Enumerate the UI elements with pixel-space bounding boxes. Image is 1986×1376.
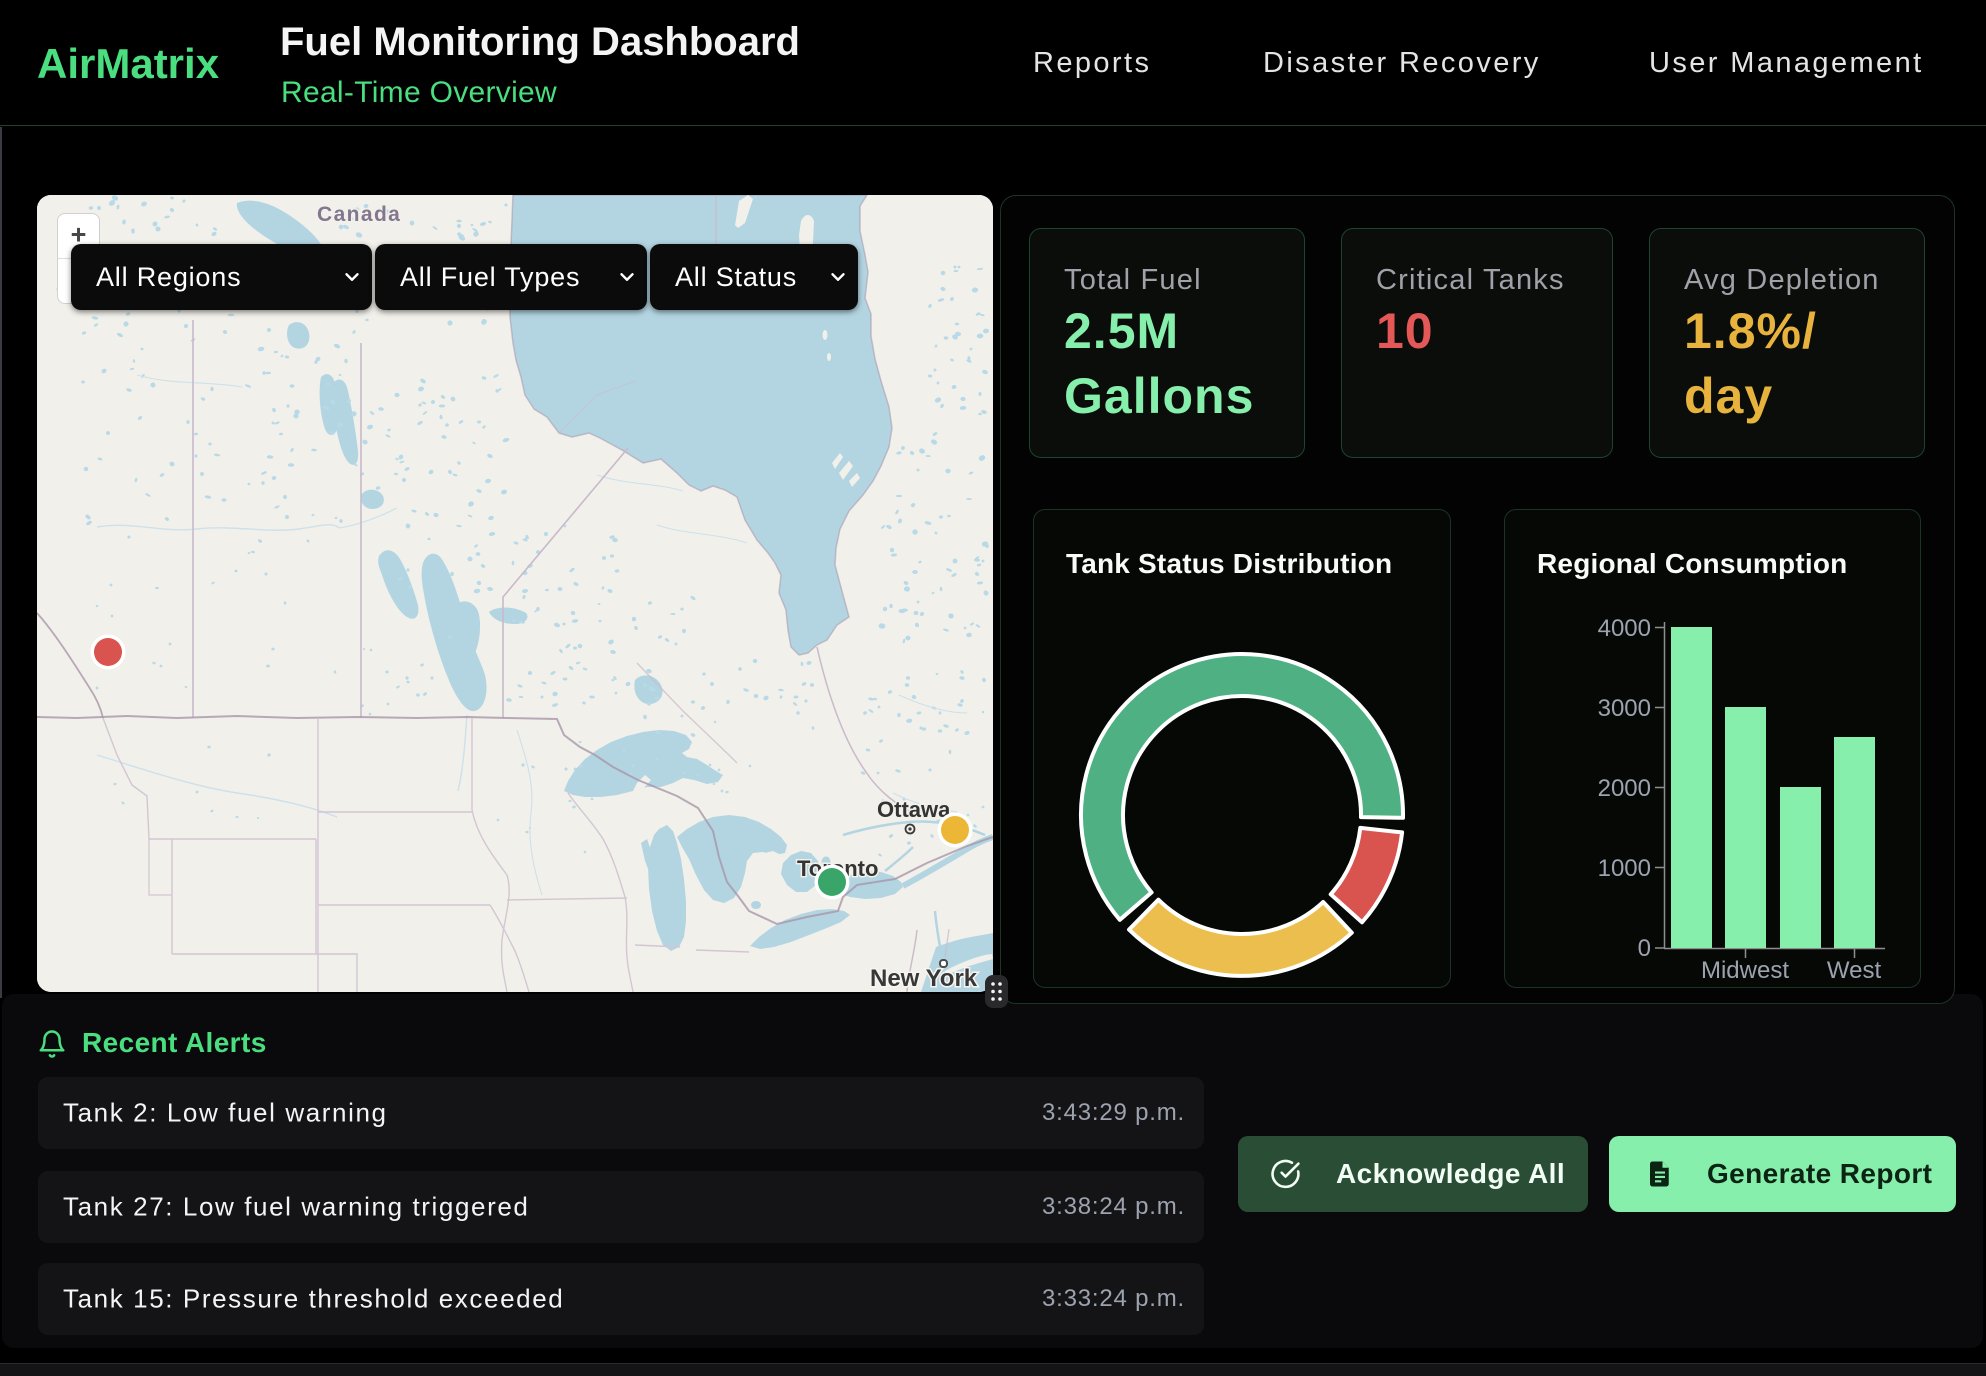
svg-text:3000: 3000 [1598, 695, 1651, 722]
svg-text:West: West [1827, 957, 1882, 984]
svg-text:Midwest: Midwest [1701, 957, 1789, 984]
svg-text:2000: 2000 [1598, 775, 1651, 802]
svg-text:4000: 4000 [1598, 615, 1651, 642]
svg-text:0: 0 [1638, 935, 1651, 962]
svg-text:1000: 1000 [1598, 855, 1651, 882]
svg-text:Ottawa: Ottawa [877, 797, 951, 822]
svg-text:New York: New York [870, 965, 978, 992]
svg-text:Canada: Canada [317, 203, 401, 226]
